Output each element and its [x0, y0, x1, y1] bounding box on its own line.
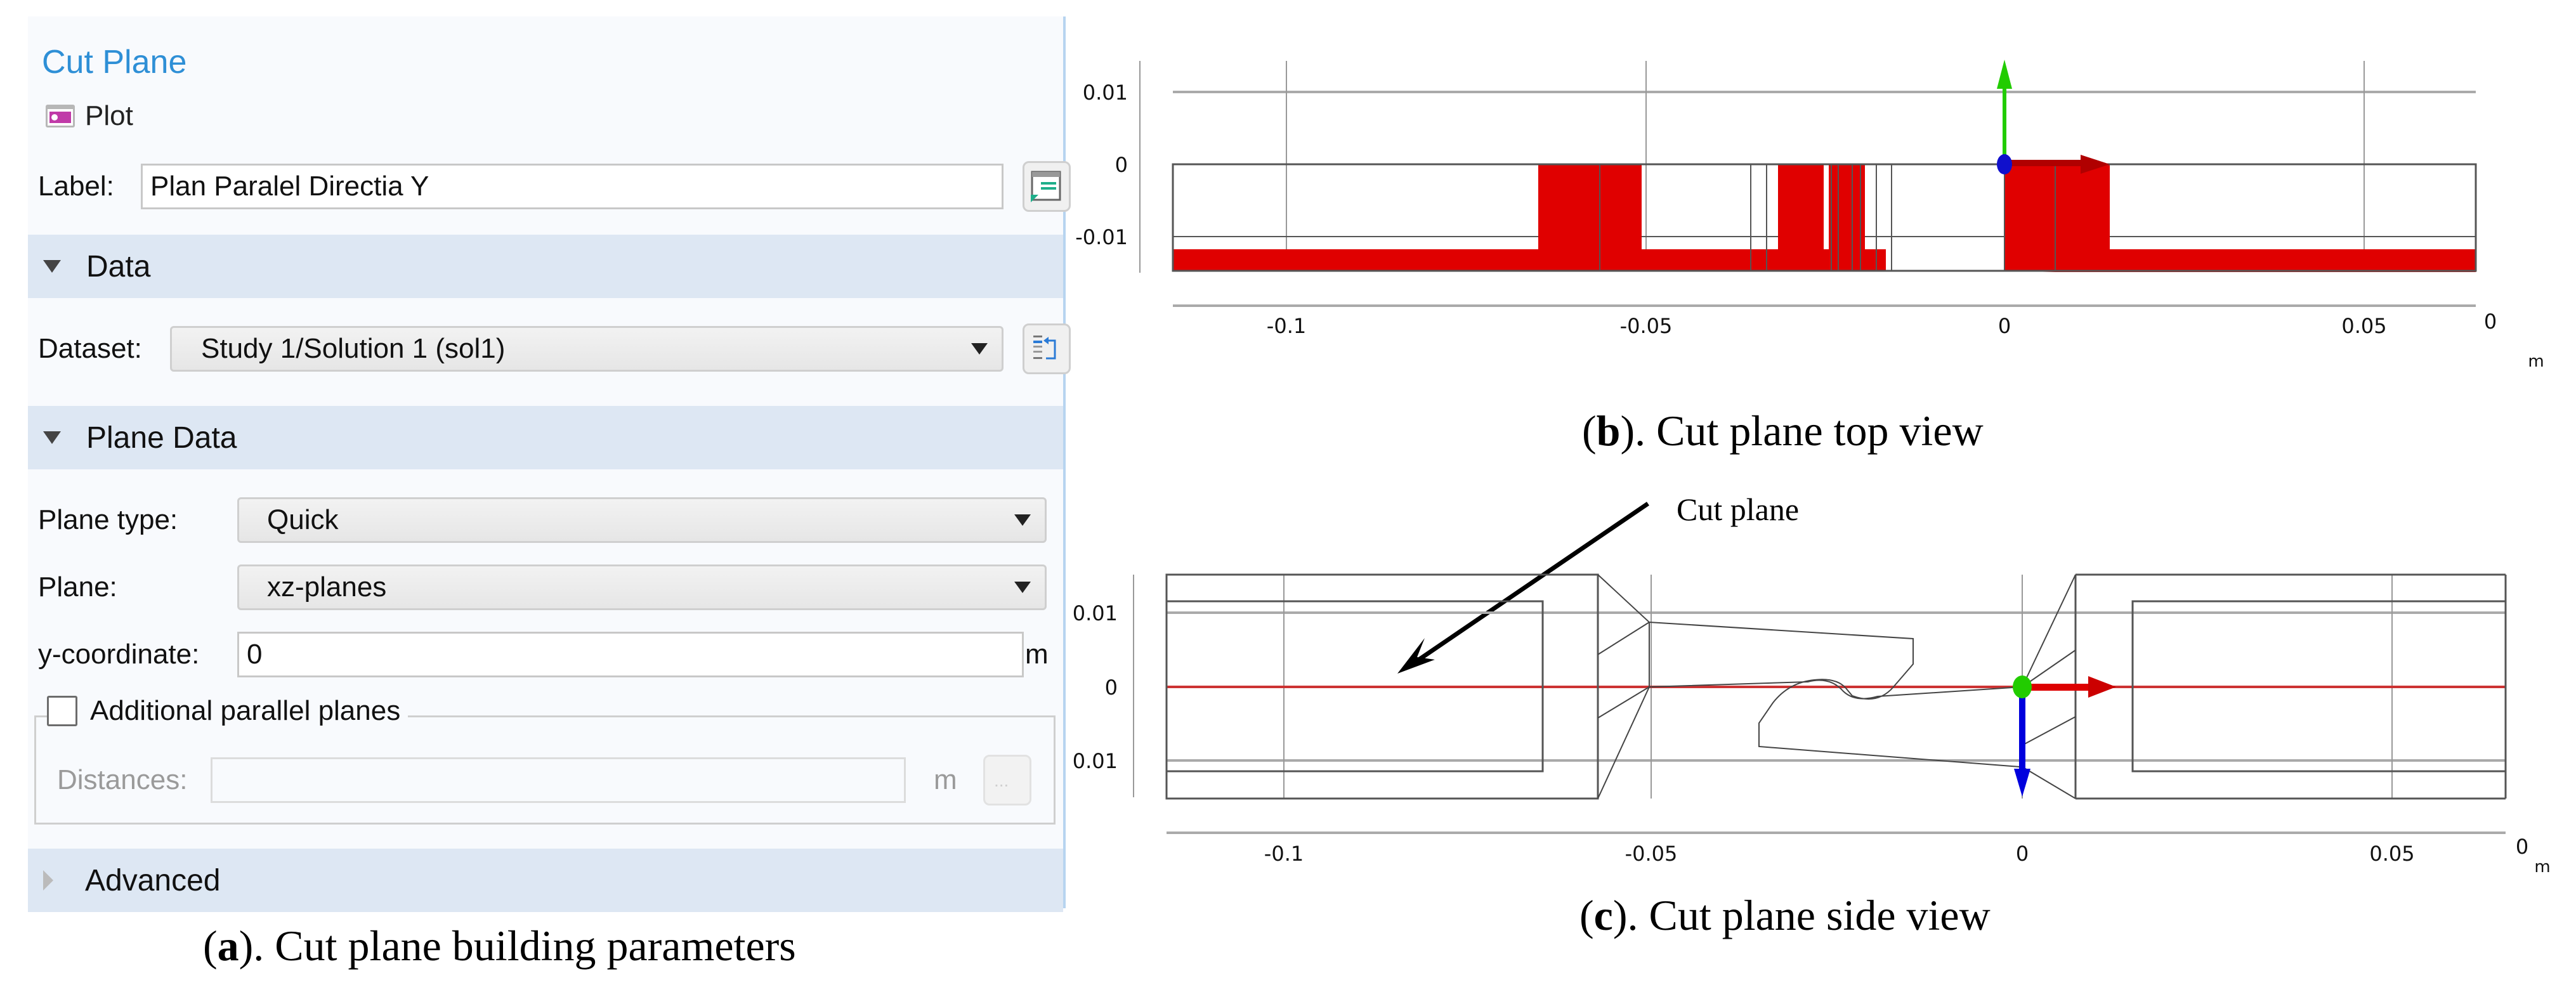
caption-a-text: ). Cut plane building parameters: [239, 922, 796, 970]
left-block: [1538, 164, 1642, 271]
side-y-tick: 0: [1105, 675, 1118, 700]
annotation-arrow-line: [1412, 502, 1649, 665]
origin-marker: [1997, 154, 2012, 174]
middle-block-1: [1778, 164, 1824, 271]
cut-plane-annotation: Cut plane: [1677, 492, 1799, 527]
side-x-tick: 0.05: [2369, 842, 2414, 866]
plane-data-section-header[interactable]: Plane Data: [28, 406, 1063, 469]
top-x-tick: -0.05: [1620, 314, 1673, 338]
middle-block-2: [1829, 164, 1865, 271]
top-highlighted-regions: [1173, 164, 2476, 272]
expanded-caret-icon: [43, 431, 61, 444]
side-axis-triad: [2013, 675, 2116, 797]
y-arrow-head-icon: [1997, 60, 2012, 89]
origin-marker: [2013, 675, 2032, 698]
right-block: [2004, 164, 2476, 272]
top-x-tick: 0: [1998, 314, 2011, 338]
side-x-end-label: 0: [2516, 835, 2528, 859]
top-view-plot: 0.01 0 -0.01 -0.1 -0.05 0 0.05 0 m: [1075, 60, 2544, 371]
side-y-tick: 0.01: [1073, 749, 1118, 773]
z-arrow-head-icon: [2014, 769, 2030, 797]
caption-a: (a). Cut plane building parameters: [203, 922, 796, 970]
top-x-end-label: 0: [2484, 310, 2497, 334]
top-x-tick: 0.05: [2341, 314, 2386, 338]
side-x-tick: -0.1: [1264, 842, 1304, 866]
top-y-tick: 0.01: [1083, 81, 1128, 105]
side-tick-labels: 0.01 0 0.01 -0.1 -0.05 0 0.05 0 m: [1073, 601, 2551, 877]
caption-a-letter: a: [217, 922, 239, 970]
side-view-plot: Cut plane 0.01 0 0.01 -0.1 -0.05 0 0.05 …: [1073, 492, 2551, 877]
side-y-tick: 0.01: [1073, 601, 1118, 625]
plane-data-section-title: Plane Data: [86, 421, 237, 455]
caption-c-text: ). Cut plane side view: [1612, 891, 1991, 939]
annotation-arrow-head-icon: [1397, 638, 1435, 674]
caption-c-letter: c: [1593, 891, 1613, 939]
top-y-tick: 0: [1115, 153, 1128, 177]
caption-c: (c). Cut plane side view: [1579, 891, 1991, 939]
top-x-tick: -0.1: [1267, 314, 1306, 338]
top-gridlines: [1173, 61, 2476, 271]
side-x-tick: 0: [2016, 842, 2029, 866]
z-axis-arrow: [2019, 687, 2025, 769]
caption-b: (b). Cut plane top view: [1582, 407, 1984, 455]
top-unit-label: m: [2528, 352, 2544, 371]
x-arrow-head-icon: [2088, 676, 2116, 698]
left-strip-end: [1173, 249, 1538, 271]
top-y-tick: -0.01: [1075, 225, 1128, 249]
caption-b-letter: b: [1596, 407, 1621, 455]
side-x-tick: -0.05: [1625, 842, 1678, 866]
x-axis-arrow: [2004, 160, 2087, 166]
caption-b-text: ). Cut plane top view: [1620, 407, 1984, 455]
top-axis-triad: [1997, 60, 2110, 174]
side-unit-label: m: [2534, 858, 2550, 877]
x-axis-arrow: [2022, 684, 2092, 691]
